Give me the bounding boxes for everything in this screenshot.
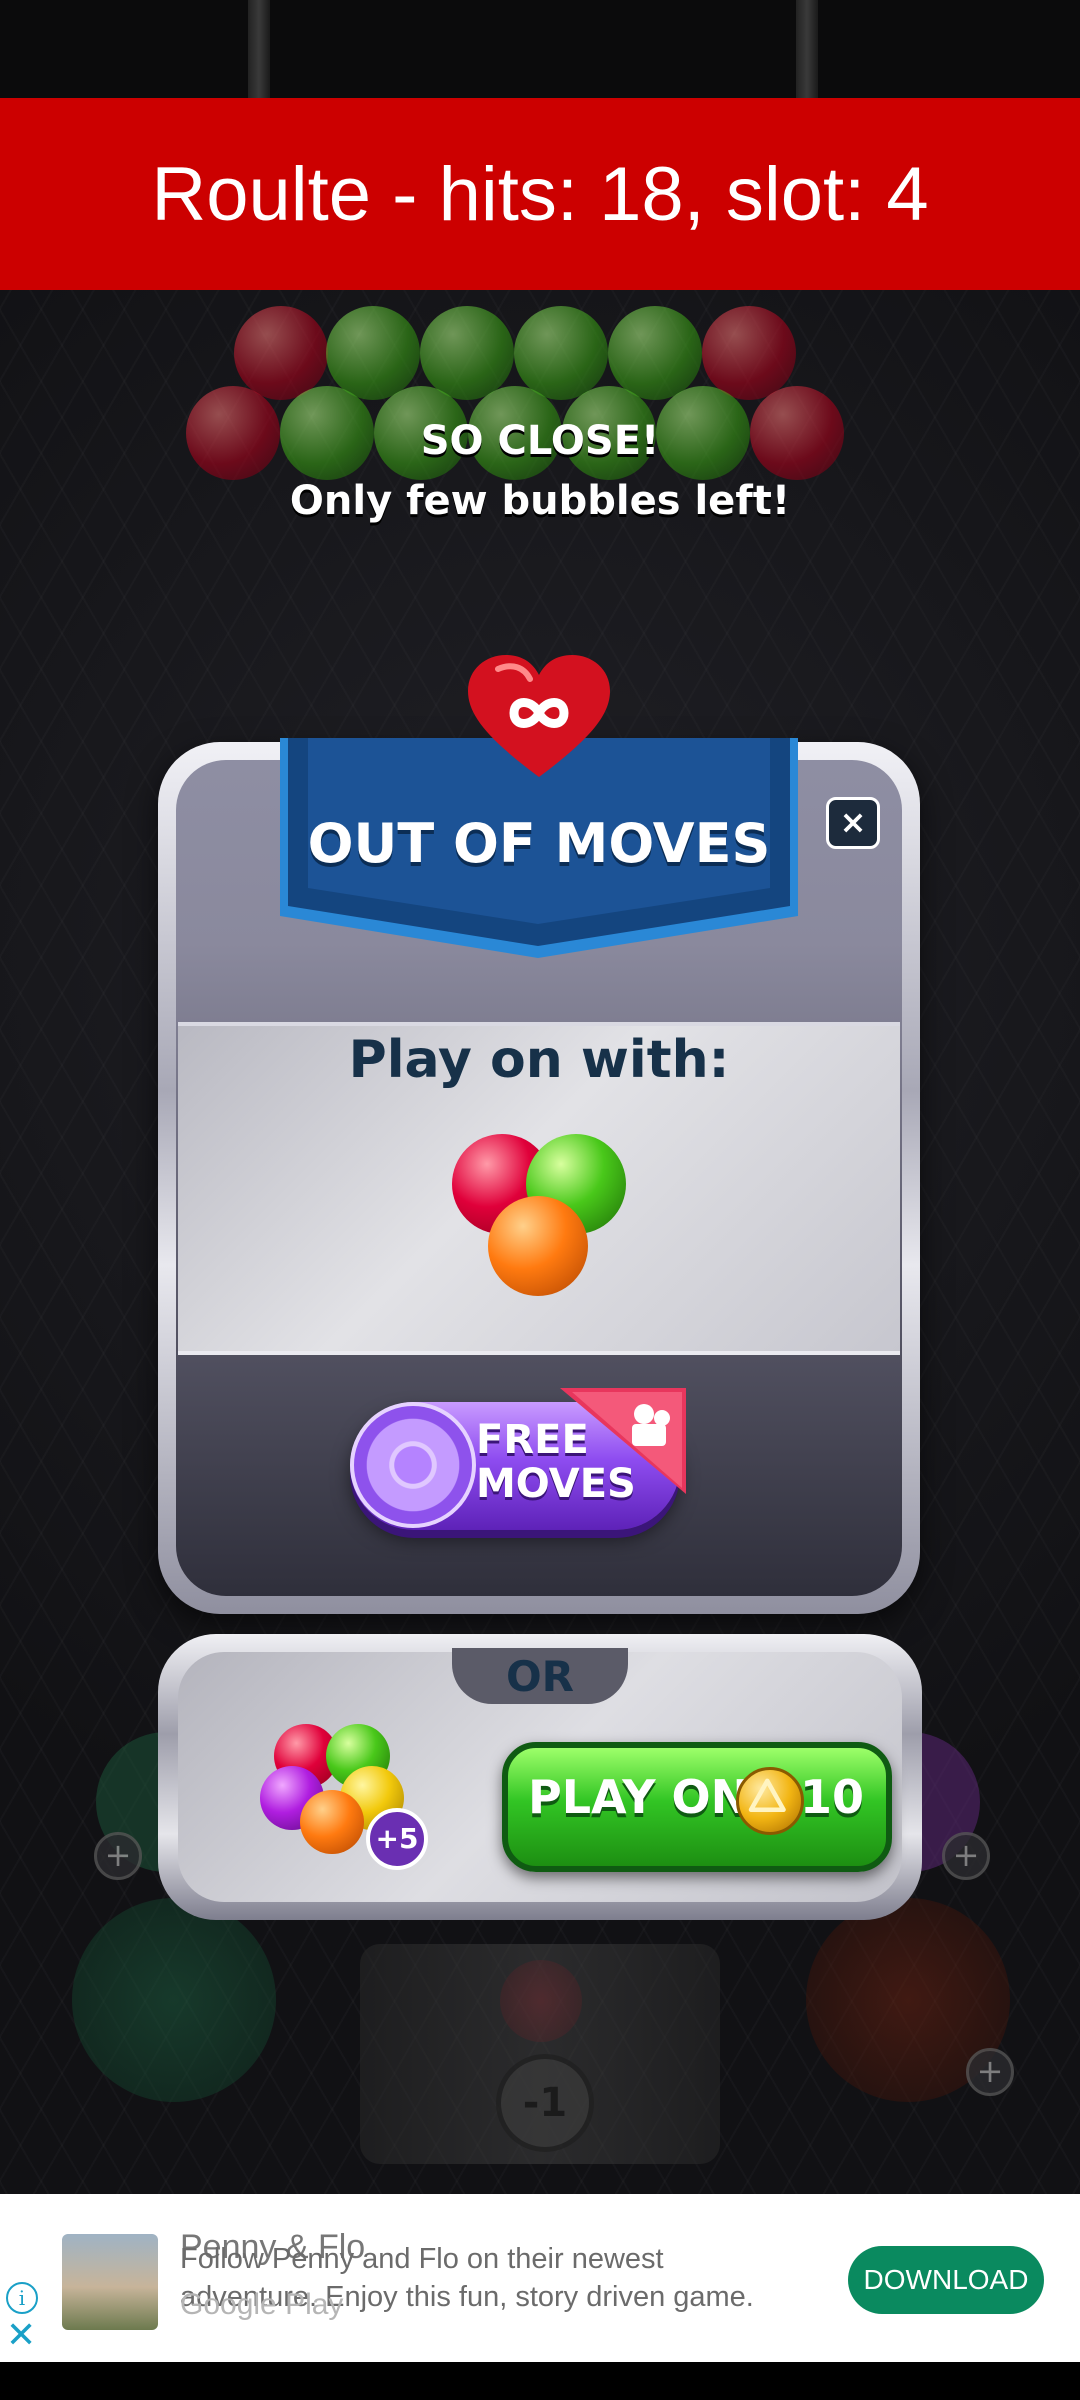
- bubble: [514, 306, 608, 400]
- close-button[interactable]: ×: [826, 797, 880, 849]
- top-pipe: [796, 0, 818, 98]
- plus-icon: +: [942, 1832, 990, 1880]
- ad-thumbnail[interactable]: [62, 2234, 158, 2330]
- orange-bubble-icon: [300, 1790, 364, 1854]
- bubble: [234, 306, 328, 400]
- top-strip: [0, 0, 1080, 98]
- radiation-booster: [72, 1898, 276, 2102]
- plus-icon: +: [966, 2048, 1014, 2096]
- ad-store-label: Google Play: [180, 2288, 344, 2321]
- video-ad-icon: [560, 1388, 686, 1494]
- status-banner: Roulte - hits: 18, slot: 4: [0, 98, 1080, 290]
- ad-close-icon[interactable]: ✕: [6, 2318, 36, 2354]
- infinite-lives-heart-icon: [468, 655, 610, 777]
- coin-icon: [736, 1767, 804, 1835]
- play-on-cost: 10: [800, 1770, 865, 1824]
- so-close-text: SO CLOSE!: [420, 418, 660, 464]
- bubble: [702, 306, 796, 400]
- bonus-count-badge: +5: [366, 1808, 428, 1870]
- orange-bubble-icon: [488, 1196, 588, 1296]
- play-on-with-label: Play on with:: [348, 1030, 730, 1090]
- ad-download-button[interactable]: DOWNLOAD: [848, 2246, 1044, 2314]
- bubble: [326, 306, 420, 400]
- bubble: [608, 306, 702, 400]
- bottom-bar: [0, 2362, 1080, 2400]
- few-bubbles-left-text: Only few bubbles left!: [289, 478, 791, 524]
- top-pipe: [248, 0, 270, 98]
- swap-counter: -1: [496, 2054, 594, 2152]
- plus-icon: +: [94, 1832, 142, 1880]
- play-on-label: PLAY ON: [528, 1770, 750, 1824]
- bubble: [420, 306, 514, 400]
- disc-icon: [350, 1402, 476, 1528]
- dialog-title: OUT OF MOVES: [307, 812, 771, 875]
- ad-info-icon[interactable]: i: [6, 2282, 38, 2314]
- or-label: OR: [505, 1652, 575, 1701]
